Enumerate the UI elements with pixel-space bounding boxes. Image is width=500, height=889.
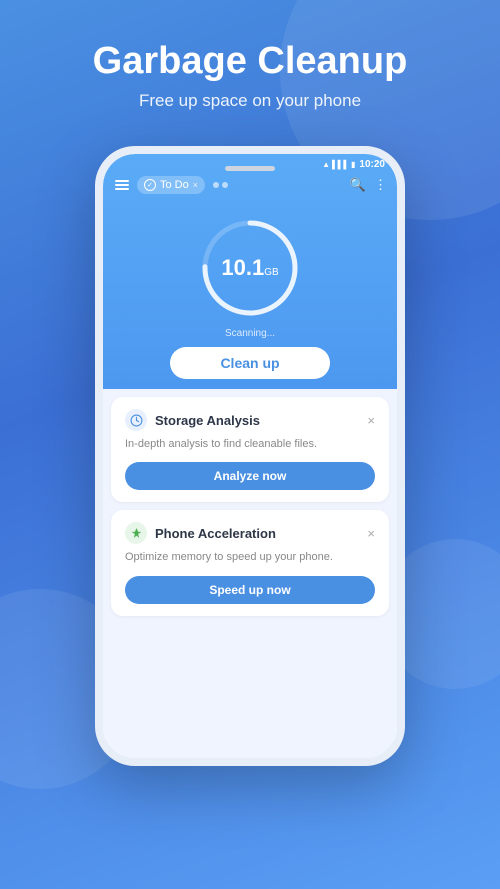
scanning-text: Scanning... [225, 328, 275, 339]
gauge-number: 10.1 [221, 255, 264, 280]
main-title: Garbage Cleanup [20, 40, 480, 83]
gauge-value: 10.1GB [221, 257, 278, 279]
storage-card-header: Storage Analysis × [125, 409, 375, 431]
phone-mockup: ▲ ▌▌▌ ▮ 10:20 ✓ To Do × [95, 146, 405, 766]
tab-label: To Do [160, 179, 189, 191]
storage-card-description: In-depth analysis to find cleanable file… [125, 437, 375, 452]
tab-dot-1 [213, 182, 219, 188]
tab-dot-2 [222, 182, 228, 188]
cleanup-button[interactable]: Clean up [170, 347, 329, 379]
storage-title-row: Storage Analysis [125, 409, 260, 431]
menu-icon[interactable] [113, 178, 131, 192]
status-signal-icon: ▌▌▌ [332, 160, 349, 169]
tab-check-icon: ✓ [144, 179, 156, 191]
phone-speaker [225, 166, 275, 171]
tab-close-icon[interactable]: × [193, 180, 198, 190]
cards-section: Storage Analysis × In-depth analysis to … [103, 389, 397, 632]
acceleration-card-header: Phone Acceleration × [125, 522, 375, 544]
subtitle: Free up space on your phone [20, 91, 480, 111]
gauge-center: 10.1GB [221, 257, 278, 279]
phone-container: ▲ ▌▌▌ ▮ 10:20 ✓ To Do × [0, 146, 500, 766]
phone-acceleration-icon [125, 522, 147, 544]
acceleration-card-close-icon[interactable]: × [367, 526, 375, 541]
acceleration-card-description: Optimize memory to speed up your phone. [125, 550, 375, 565]
phone-screen: ▲ ▌▌▌ ▮ 10:20 ✓ To Do × [103, 154, 397, 758]
app-bar: ✓ To Do × 🔍 ⋮ [103, 172, 397, 198]
storage-card-close-icon[interactable]: × [367, 413, 375, 428]
analyze-now-button[interactable]: Analyze now [125, 462, 375, 490]
phone-acceleration-card: Phone Acceleration × Optimize memory to … [111, 510, 389, 615]
acceleration-title-row: Phone Acceleration [125, 522, 276, 544]
status-wifi-icon: ▲ [322, 160, 330, 169]
storage-analysis-card: Storage Analysis × In-depth analysis to … [111, 397, 389, 502]
speed-up-now-button[interactable]: Speed up now [125, 576, 375, 604]
tab-chip[interactable]: ✓ To Do × [137, 176, 205, 194]
header-section: Garbage Cleanup Free up space on your ph… [0, 0, 500, 131]
storage-icon [125, 409, 147, 431]
tab-dots [213, 182, 228, 188]
gauge-ring: 10.1GB [195, 213, 305, 323]
storage-card-title: Storage Analysis [155, 413, 260, 428]
gauge-unit: GB [264, 267, 278, 278]
gauge-section: 10.1GB Scanning... Clean up [103, 198, 397, 389]
status-battery-icon: ▮ [351, 160, 355, 169]
status-time: 10:20 [359, 159, 385, 170]
app-bar-actions: 🔍 ⋮ [350, 177, 387, 193]
more-options-icon[interactable]: ⋮ [374, 177, 387, 193]
search-icon[interactable]: 🔍 [350, 177, 366, 193]
acceleration-card-title: Phone Acceleration [155, 526, 276, 541]
